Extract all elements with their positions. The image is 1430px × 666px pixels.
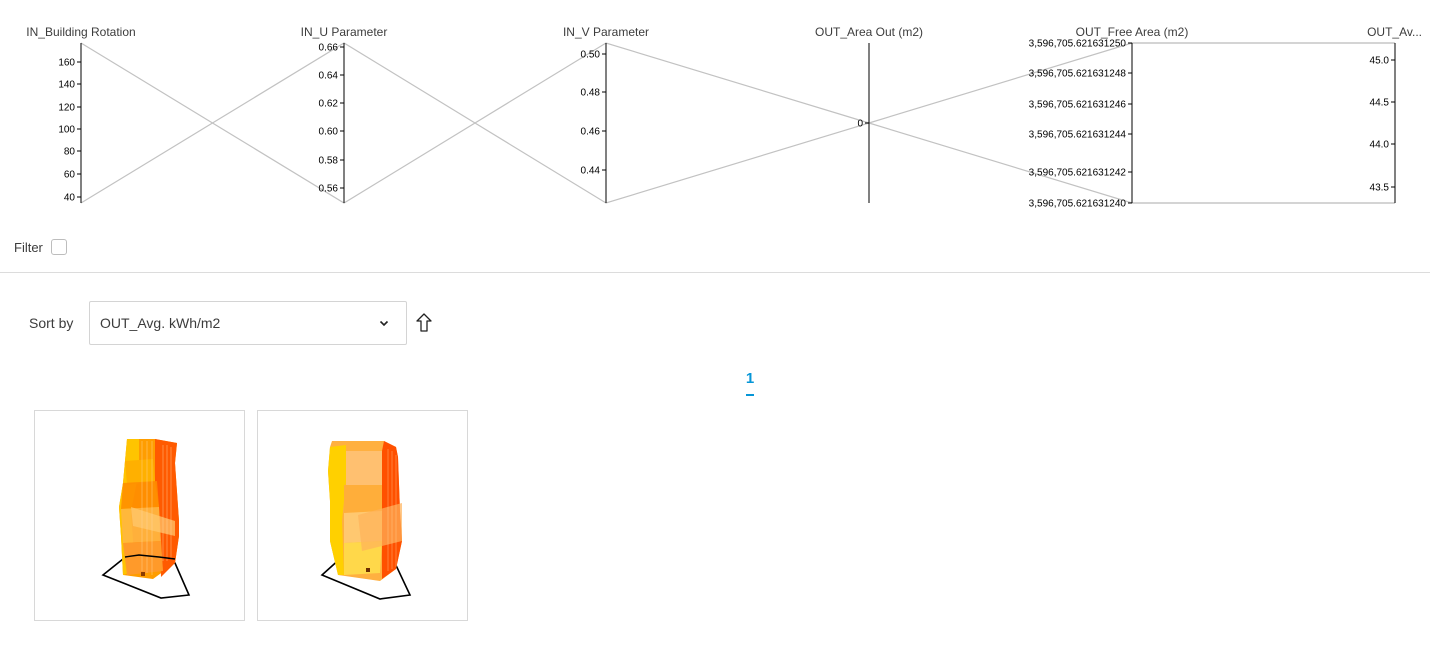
pc-axis-2[interactable]: IN_U Parameter 0.56 0.58 0.60 0.62 0.64 0.66 — [301, 25, 388, 203]
pc-tick-label: 140 — [58, 80, 75, 91]
pc-tick-label: 0.62 — [319, 99, 339, 110]
pc-axis-title: IN_Building Rotation — [26, 25, 135, 39]
pc-tick-label: 44.0 — [1370, 140, 1390, 151]
pc-record-line-1[interactable] — [80, 42, 1395, 204]
pc-tick-label: 3,596,705.621631242 — [1029, 168, 1127, 179]
pc-tick-label: 100 — [58, 125, 75, 136]
filter-label: Filter — [14, 239, 43, 255]
parallel-coordinates-svg[interactable]: IN_Building Rotation406080100120140160IN… — [0, 0, 1430, 215]
pc-tick-label: 0.66 — [319, 43, 339, 54]
pc-tick-label: 60 — [64, 170, 76, 181]
pc-axis-6[interactable]: OUT_Av... 43.5 44.0 44.5 45.0 — [1367, 25, 1422, 203]
pc-tick-label: 44.5 — [1370, 98, 1390, 109]
sort-direction-arrow-up-icon[interactable] — [414, 312, 434, 334]
pc-tick-label: 0.56 — [319, 184, 339, 195]
pc-tick-label: 0.48 — [581, 88, 601, 99]
sort-select[interactable]: OUT_Avg. kWh/m2 — [89, 301, 407, 345]
filter-checkbox[interactable] — [50, 239, 67, 255]
result-card-1[interactable] — [34, 410, 245, 621]
sort-by-label: Sort by — [29, 315, 74, 331]
pc-axis-title: OUT_Area Out (m2) — [815, 25, 923, 39]
building-model-thumbnail-2 — [320, 441, 412, 600]
parallel-coordinates-chart[interactable]: IN_Building Rotation 40 60 80 100 120 140 160 IN… — [0, 0, 1430, 215]
pc-tick-label: 120 — [58, 103, 75, 114]
pc-axis-title: OUT_Free Area (m2) — [1076, 25, 1189, 39]
pc-tick-label: 40 — [64, 193, 76, 204]
building-model-thumbnail-1 — [101, 439, 191, 599]
pc-tick-label: 3,596,705.621631240 — [1029, 199, 1127, 210]
pc-record-line-2[interactable] — [80, 42, 1395, 204]
divider — [0, 272, 1430, 273]
result-card-2[interactable] — [257, 410, 468, 621]
pc-axis-title: IN_U Parameter — [301, 25, 388, 39]
pagination-active-indicator — [746, 394, 754, 396]
sort-select-value: OUT_Avg. kWh/m2 — [100, 315, 221, 331]
pc-tick-label: 0.46 — [581, 127, 601, 138]
pc-axis-4[interactable]: OUT_Area Out (m2) 0 — [815, 25, 923, 203]
pc-axis-5[interactable]: OUT_Free Area (m2) 3,596,705.621631240 3,5… — [1029, 25, 1189, 210]
pc-tick-label: 160 — [58, 58, 75, 69]
pc-tick-label: 3,596,705.621631244 — [1029, 130, 1127, 141]
pc-tick-label: 80 — [64, 147, 76, 158]
pagination-page-1[interactable]: 1 — [741, 370, 759, 387]
pc-tick-label: 0.50 — [581, 50, 601, 61]
pc-tick-label: 0.64 — [319, 71, 339, 82]
pc-tick-label: 0.60 — [319, 127, 339, 138]
pc-tick-label: 45.0 — [1370, 56, 1390, 67]
pc-tick-label: 0.44 — [581, 166, 601, 177]
pc-tick-label: 3,596,705.621631250 — [1029, 39, 1127, 50]
pc-tick-label: 43.5 — [1370, 183, 1390, 194]
pc-axis-title: IN_V Parameter — [563, 25, 649, 39]
pc-axis-1[interactable]: IN_Building Rotation 40 60 80 100 120 140 160 — [26, 25, 135, 204]
pc-tick-label: 0 — [857, 119, 863, 130]
pc-tick-label: 3,596,705.621631248 — [1029, 69, 1127, 80]
pc-axis-title: OUT_Av... — [1367, 25, 1422, 39]
chevron-down-icon — [379, 320, 389, 327]
pc-tick-label: 3,596,705.621631246 — [1029, 100, 1127, 111]
pc-lines — [80, 42, 1395, 204]
pc-tick-label: 0.58 — [319, 156, 339, 167]
filter-row: Filter — [14, 239, 67, 255]
